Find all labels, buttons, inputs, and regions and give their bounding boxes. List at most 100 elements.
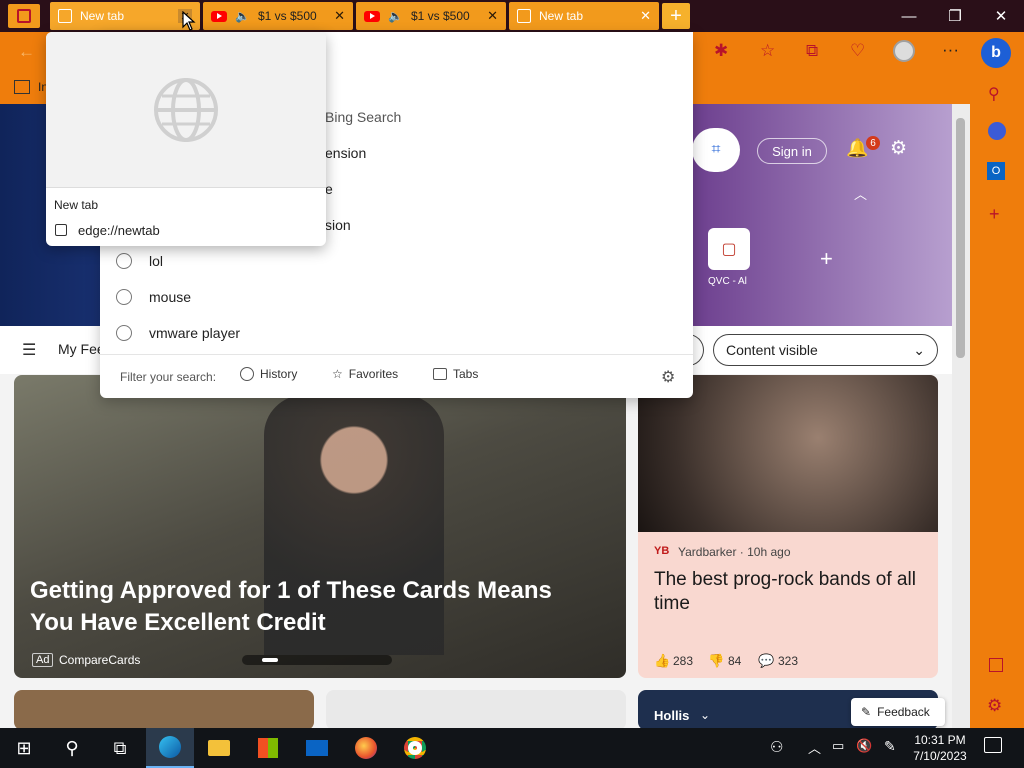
- tab-youtube-2[interactable]: 🔈 $1 vs $500 ✕: [356, 2, 506, 30]
- right-headline[interactable]: The best prog-rock bands of all time: [654, 568, 924, 616]
- bottom-card-2[interactable]: [326, 690, 626, 730]
- scrollbar-thumb[interactable]: [956, 118, 965, 358]
- extensions-icon[interactable]: ✱: [714, 41, 728, 61]
- bell-icon[interactable]: 🔔: [846, 138, 868, 159]
- title-bar: New tab ✕ 🔈 $1 vs $500 ✕ 🔈 $1 vs $500 ✕ …: [0, 0, 1024, 32]
- settings-icon[interactable]: ⚙: [987, 696, 1002, 716]
- suggestion-item[interactable]: vmware player: [100, 316, 693, 350]
- right-source[interactable]: Yardbarker · 10h ago: [678, 545, 791, 559]
- tab-title: $1 vs $500: [410, 9, 470, 23]
- close-tab-button[interactable]: ✕: [334, 8, 345, 24]
- page-scrollbar[interactable]: [952, 104, 970, 728]
- visual-search-button[interactable]: ⌗: [692, 128, 740, 172]
- outlook-icon[interactable]: O: [987, 162, 1005, 180]
- suggestion-text: sion: [325, 217, 351, 233]
- tab-actions-icon: [17, 9, 31, 23]
- show-hidden-icons[interactable]: ︿: [808, 738, 821, 757]
- history-icon: [240, 367, 254, 381]
- filter-tabs[interactable]: Tabs: [433, 367, 478, 381]
- profile-avatar[interactable]: [893, 40, 915, 62]
- bing-icon[interactable]: b: [981, 38, 1011, 68]
- youtube-icon: [211, 10, 227, 22]
- tooltip-divider: [46, 187, 326, 188]
- tab-new-tab-2[interactable]: New tab ✕: [509, 2, 659, 30]
- main-story-card[interactable]: Getting Approved for 1 of These Cards Me…: [14, 375, 626, 678]
- clock[interactable]: 10:31 PM 7/10/2023: [905, 732, 975, 764]
- suggestion-text: ension: [325, 145, 367, 161]
- chrome-icon[interactable]: [391, 728, 439, 768]
- firefox-icon[interactable]: [342, 728, 390, 768]
- carousel-dots[interactable]: [242, 655, 392, 665]
- story-headline[interactable]: Getting Approved for 1 of These Cards Me…: [30, 575, 590, 639]
- notification-center-icon[interactable]: [984, 737, 1002, 753]
- page-settings-icon[interactable]: ⚙: [890, 137, 907, 160]
- task-view-button[interactable]: ⧉: [96, 728, 144, 768]
- tooltip-url: edge://newtab: [78, 223, 160, 238]
- volume-mute-icon[interactable]: 🔇: [856, 738, 872, 754]
- filter-label-history: History: [260, 367, 298, 381]
- split-screen-icon[interactable]: [989, 658, 1003, 672]
- suggest-settings-icon[interactable]: ⚙: [661, 367, 675, 387]
- mail-icon[interactable]: [293, 728, 341, 768]
- tab-youtube-1[interactable]: 🔈 $1 vs $500 ✕: [203, 2, 353, 30]
- restore-button[interactable]: ❐: [932, 0, 978, 32]
- close-tab-button[interactable]: ✕: [640, 8, 651, 24]
- chevron-down-icon[interactable]: ⌄: [700, 708, 710, 722]
- like-count: 283: [673, 654, 694, 668]
- collections-icon[interactable]: ⧉: [806, 41, 818, 61]
- comment-icon[interactable]: 💬: [758, 653, 774, 669]
- content-visible-dropdown[interactable]: Content visible ⌄: [713, 334, 938, 366]
- store-icon[interactable]: [244, 728, 292, 768]
- band-image: [638, 375, 938, 532]
- feed-content: Getting Approved for 1 of These Cards Me…: [0, 374, 952, 730]
- sign-in-button[interactable]: Sign in: [757, 138, 827, 164]
- file-explorer-icon[interactable]: [195, 728, 243, 768]
- search-button[interactable]: ⚲: [48, 728, 96, 768]
- right-story-card[interactable]: YB Yardbarker · 10h ago The best prog-ro…: [638, 375, 938, 678]
- heart-icon[interactable]: ♡: [850, 41, 865, 61]
- search-icon[interactable]: ⚲: [988, 84, 1000, 104]
- feedback-button[interactable]: ✎ Feedback: [851, 698, 945, 726]
- speaker-icon[interactable]: 🔈: [388, 9, 403, 23]
- start-button[interactable]: ⊞: [0, 728, 48, 768]
- close-window-button[interactable]: ✕: [978, 0, 1024, 32]
- tab-new-tab-1[interactable]: New tab ✕: [50, 2, 200, 30]
- qvc-tile[interactable]: ▢: [708, 228, 750, 270]
- network-icon[interactable]: ▭: [832, 738, 844, 754]
- comment-count: 323: [778, 654, 799, 668]
- filter-favorites[interactable]: ☆ Favorites: [332, 367, 398, 381]
- history-icon: [116, 253, 132, 269]
- menu-icon[interactable]: ☰: [22, 340, 36, 360]
- more-icon[interactable]: ···: [942, 40, 959, 60]
- new-tab-button[interactable]: +: [662, 3, 690, 29]
- filter-history[interactable]: History: [240, 367, 297, 381]
- my-feed-tab[interactable]: My Fee: [58, 341, 105, 357]
- copilot-icon[interactable]: [988, 122, 1006, 140]
- import-favorites-icon[interactable]: [14, 80, 30, 94]
- edge-icon: [159, 736, 181, 758]
- add-tile-icon[interactable]: +: [820, 246, 833, 272]
- story-source[interactable]: CompareCards: [59, 653, 140, 667]
- tab-actions-button[interactable]: [8, 4, 40, 28]
- minimize-button[interactable]: —: [886, 0, 932, 32]
- globe-icon: [154, 77, 218, 142]
- newtab-icon: [517, 9, 531, 23]
- tab-title: New tab: [80, 9, 125, 23]
- suggestion-item[interactable]: lol: [100, 244, 693, 278]
- suggestion-item[interactable]: mouse: [100, 280, 693, 314]
- close-tab-button[interactable]: ✕: [487, 8, 498, 24]
- collapse-icon[interactable]: ︿: [854, 184, 867, 203]
- favorites-star-icon[interactable]: ☆: [760, 41, 775, 61]
- add-sidebar-icon[interactable]: +: [989, 204, 1000, 225]
- edge-taskbar-icon[interactable]: [146, 728, 194, 768]
- people-icon[interactable]: ⚇: [770, 738, 783, 756]
- back-icon[interactable]: ←: [18, 42, 35, 62]
- dislike-icon[interactable]: 👎: [708, 653, 724, 669]
- pen-icon[interactable]: ✎: [884, 738, 896, 755]
- like-icon[interactable]: 👍: [654, 653, 670, 669]
- tab-hover-card: New tab edge://newtab: [46, 32, 326, 246]
- bottom-card-1[interactable]: [14, 690, 314, 730]
- history-icon: [116, 325, 132, 341]
- speaker-icon[interactable]: 🔈: [235, 9, 250, 23]
- chevron-down-icon: ⌄: [913, 341, 925, 358]
